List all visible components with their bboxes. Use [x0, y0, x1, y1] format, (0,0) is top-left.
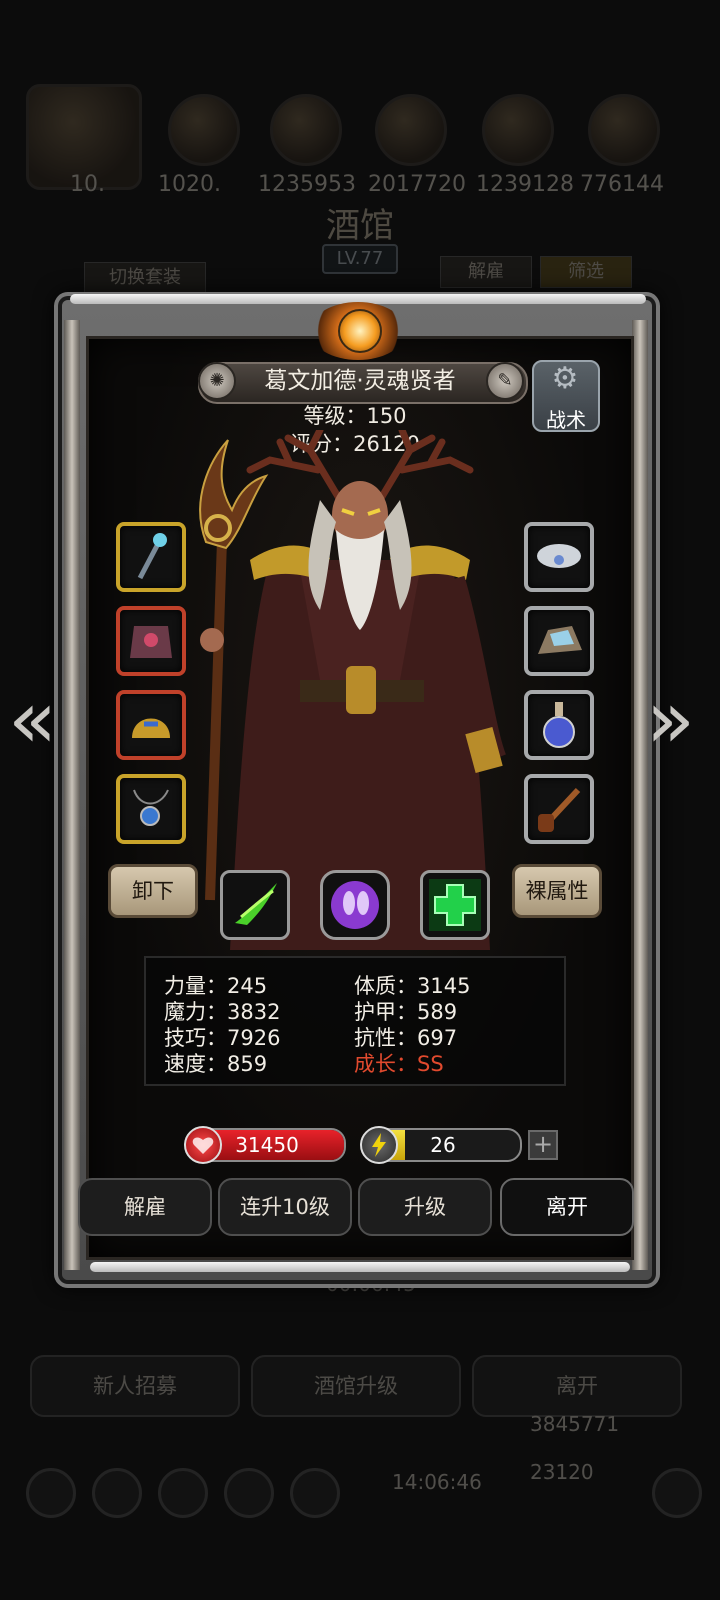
amulet-icon	[133, 789, 169, 826]
hero-name: 葛文加德·灵魂贤者	[264, 368, 456, 394]
bg-dismiss-button[interactable]: 解雇	[440, 256, 532, 288]
skill-slot-3[interactable]	[420, 870, 490, 940]
tavern-title: 酒馆	[326, 206, 394, 246]
frame-pillar-right	[632, 320, 648, 1270]
bg-gold-value: 3845771	[530, 1412, 620, 1436]
bg-clock: 14:06:46	[392, 1470, 482, 1494]
heart-icon	[184, 1126, 222, 1164]
resource-icon	[270, 94, 342, 166]
ore-stone-icon	[538, 626, 582, 654]
gear-icon: ⚙	[551, 361, 579, 396]
chest-armor-icon	[130, 626, 172, 658]
helmet-icon	[132, 718, 170, 738]
frame-snow-bottom	[90, 1262, 630, 1272]
equipment-slot-helmet[interactable]	[116, 690, 186, 760]
hero-level: 等级：150	[303, 404, 407, 428]
switch-outfit-button[interactable]: 切换套装	[84, 262, 206, 294]
menu-icon[interactable]	[290, 1468, 340, 1518]
equipment-slot-potion[interactable]	[524, 690, 594, 760]
hero-badge-icon[interactable]: ✺	[198, 362, 236, 400]
staff-icon	[137, 533, 167, 580]
purple-spirit-skill-icon	[331, 881, 379, 929]
skill-slot-2[interactable]	[320, 870, 390, 940]
emblem-star-icon	[338, 309, 382, 353]
resource-icon	[588, 94, 660, 166]
menu-icon[interactable]	[92, 1468, 142, 1518]
equipment-slot-stone[interactable]	[524, 606, 594, 676]
pipe-icon	[538, 787, 581, 832]
resource-value: 1020.	[158, 172, 221, 197]
rename-pencil-icon[interactable]: ✎	[486, 362, 524, 400]
green-cross-heal-skill-icon	[429, 879, 481, 931]
green-claw-skill-icon	[235, 883, 277, 925]
menu-icon[interactable]	[158, 1468, 208, 1518]
frame-pillar-left	[64, 320, 80, 1270]
unequip-button[interactable]: 卸下	[108, 864, 198, 918]
resource-value: 10.	[70, 172, 105, 197]
tavern-level: LV.77	[322, 244, 398, 274]
bg-filter-button[interactable]: 筛选	[540, 256, 632, 288]
stat-speed: 速度：859	[164, 1052, 268, 1076]
resource-value: 1235953	[258, 172, 356, 197]
bg-leave-button[interactable]: 离开	[472, 1355, 682, 1417]
tactics-label: 战术	[546, 408, 586, 432]
base-attributes-button[interactable]: 裸属性	[512, 864, 602, 918]
equipment-slot-armor[interactable]	[116, 606, 186, 676]
leave-button[interactable]: 离开	[500, 1178, 634, 1236]
stat-growth: 成长：SS	[354, 1052, 444, 1076]
tavern-upgrade-button[interactable]: 酒馆升级	[251, 1355, 461, 1417]
previous-hero-arrow-icon[interactable]: «	[8, 680, 57, 760]
level-up-button[interactable]: 升级	[358, 1178, 492, 1236]
add-energy-button[interactable]: +	[528, 1130, 558, 1160]
resource-value: 2017720	[368, 172, 466, 197]
next-hero-arrow-icon[interactable]: »	[646, 680, 695, 760]
resource-icon	[375, 94, 447, 166]
cloud-ring-icon	[537, 544, 581, 568]
resource-icon	[482, 94, 554, 166]
menu-icon[interactable]	[26, 1468, 76, 1518]
equipment-slot-pipe[interactable]	[524, 774, 594, 844]
lightning-icon	[360, 1126, 398, 1164]
resource-icon	[168, 94, 240, 166]
level-up-10-button[interactable]: 连升10级	[218, 1178, 352, 1236]
resource-value: 776144	[580, 172, 664, 197]
equipment-slot-ring[interactable]	[524, 522, 594, 592]
skill-slot-1[interactable]	[220, 870, 290, 940]
potion-bottle-icon	[543, 702, 575, 748]
menu-icon[interactable]	[224, 1468, 274, 1518]
menu-icon[interactable]	[652, 1468, 702, 1518]
dismiss-button[interactable]: 解雇	[78, 1178, 212, 1236]
bg-gem-value: 23120	[530, 1460, 594, 1484]
resource-value: 1239128	[476, 172, 574, 197]
equipment-slot-staff[interactable]	[116, 522, 186, 592]
equipment-slot-amulet[interactable]	[116, 774, 186, 844]
recruit-button[interactable]: 新人招募	[30, 1355, 240, 1417]
